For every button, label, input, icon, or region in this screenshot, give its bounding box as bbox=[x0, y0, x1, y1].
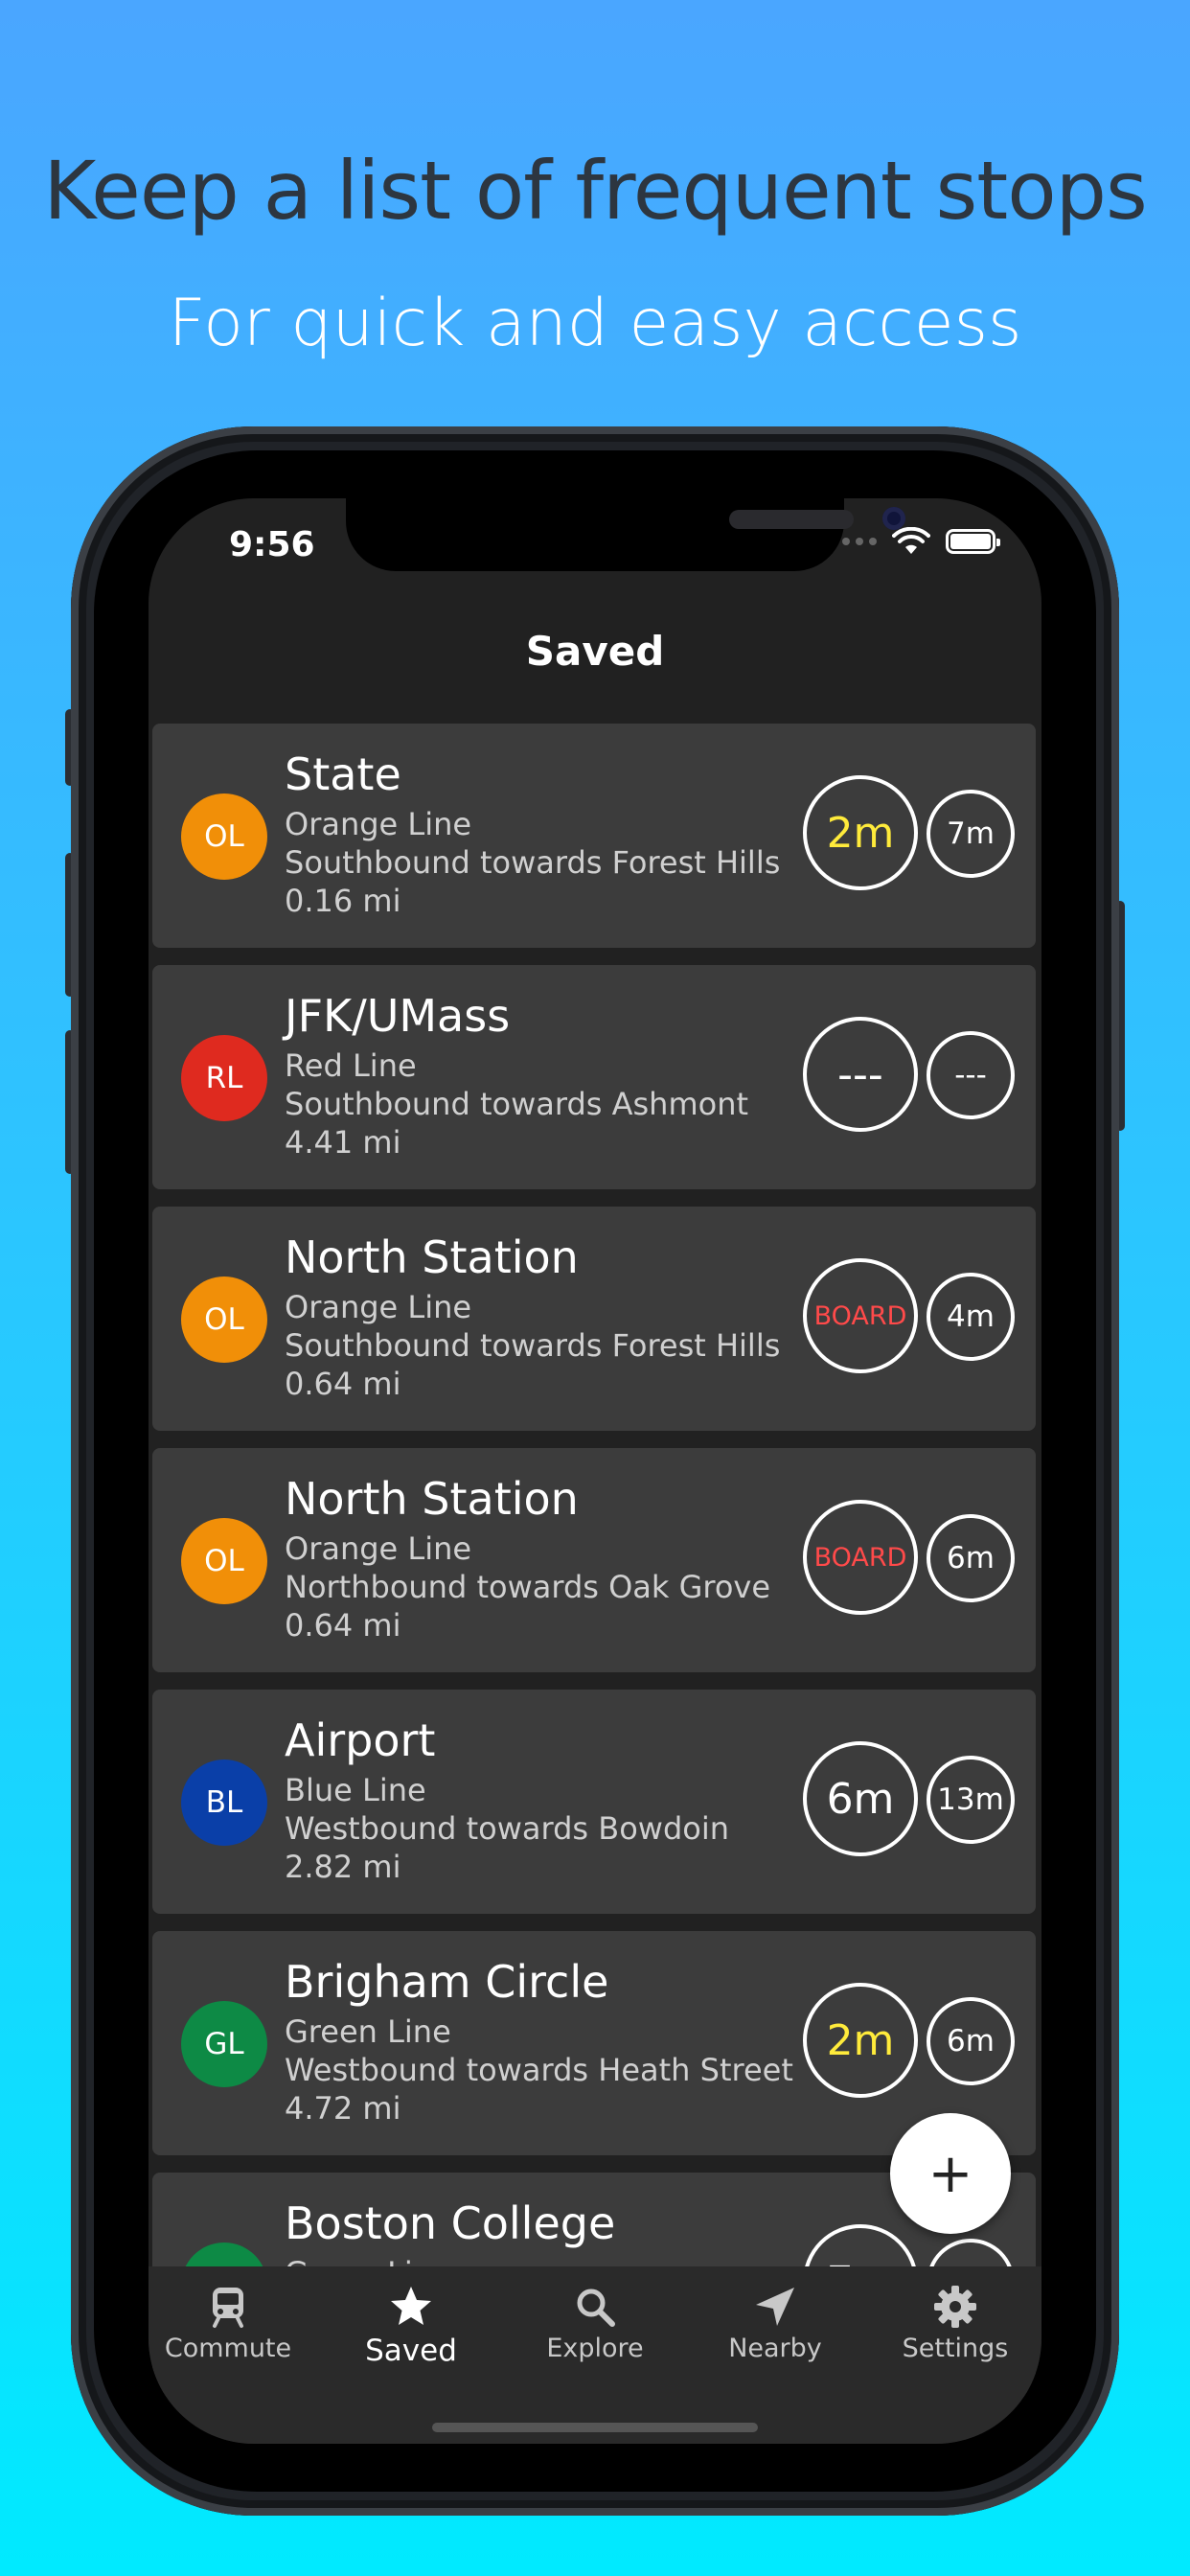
stop-name: North Station bbox=[285, 1473, 579, 1525]
home-indicator bbox=[432, 2423, 758, 2432]
stop-name: North Station bbox=[285, 1231, 579, 1283]
next-arrival: 6m bbox=[803, 1741, 918, 1856]
next-arrival: 2m bbox=[803, 1983, 918, 2098]
following-arrival: --- bbox=[927, 1031, 1015, 1119]
next-arrival: 2m bbox=[803, 775, 918, 890]
tab-bar: Commute Saved Explore Nearby Settings bbox=[149, 2266, 1041, 2444]
stop-name: State bbox=[285, 748, 401, 800]
stop-card[interactable]: BL Airport Blue Line Westbound towards B… bbox=[152, 1690, 1036, 1914]
add-stop-button[interactable]: + bbox=[890, 2113, 1011, 2234]
location-arrow-icon bbox=[756, 2288, 794, 2326]
direction: Southbound towards Forest Hills bbox=[285, 1327, 781, 1364]
line-badge: OL bbox=[181, 1518, 267, 1604]
tab-label: Saved bbox=[365, 2334, 457, 2368]
stop-name: Airport bbox=[285, 1714, 436, 1766]
next-arrival: BOARD bbox=[803, 1258, 918, 1373]
line-badge: RL bbox=[181, 1035, 267, 1121]
phone-screen: 9:56 Saved OL State Orange Line Southbou… bbox=[149, 498, 1041, 2444]
direction: Southbound towards Ashmont bbox=[285, 1086, 749, 1122]
battery-icon bbox=[946, 529, 1000, 554]
speaker bbox=[729, 510, 854, 529]
tab-label: Settings bbox=[902, 2334, 1009, 2363]
stop-card[interactable]: OL North Station Orange Line Southbound … bbox=[152, 1207, 1036, 1431]
stop-card[interactable]: OL North Station Orange Line Northbound … bbox=[152, 1448, 1036, 1672]
following-arrival: 6m bbox=[927, 1514, 1015, 1602]
notch bbox=[346, 498, 905, 571]
stop-card[interactable]: OL State Orange Line Southbound towards … bbox=[152, 724, 1036, 948]
stop-name: Brigham Circle bbox=[285, 1956, 609, 2008]
direction: Southbound towards Forest Hills bbox=[285, 844, 781, 881]
tab-label: Commute bbox=[164, 2334, 292, 2363]
distance: 0.16 mi bbox=[285, 883, 401, 919]
distance: 4.41 mi bbox=[285, 1124, 401, 1161]
line-badge: GL bbox=[181, 2001, 267, 2087]
headline: Keep a list of frequent stops bbox=[43, 144, 1147, 238]
stop-name: Boston College bbox=[285, 2197, 616, 2249]
line-badge: OL bbox=[181, 1276, 267, 1363]
gear-icon bbox=[934, 2286, 976, 2328]
line-badge: OL bbox=[181, 794, 267, 880]
camera bbox=[882, 507, 905, 530]
nav-title: Saved bbox=[525, 628, 665, 675]
line-name: Red Line bbox=[285, 1047, 417, 1084]
line-name: Orange Line bbox=[285, 1530, 472, 1567]
train-icon bbox=[213, 2288, 243, 2328]
following-arrival: 4m bbox=[927, 1273, 1015, 1361]
search-icon bbox=[577, 2288, 615, 2327]
star-icon bbox=[391, 2287, 431, 2325]
line-name: Green Line bbox=[285, 2013, 451, 2050]
line-badge: BL bbox=[181, 1760, 267, 1846]
line-name: Orange Line bbox=[285, 1289, 472, 1325]
distance: 0.64 mi bbox=[285, 1607, 401, 1644]
next-arrival: BOARD bbox=[803, 1500, 918, 1615]
distance: 4.72 mi bbox=[285, 2090, 401, 2127]
tab-label: Nearby bbox=[728, 2334, 822, 2363]
line-name: Blue Line bbox=[285, 1772, 426, 1808]
following-arrival: 7m bbox=[927, 790, 1015, 878]
tab-explore[interactable]: Explore bbox=[518, 2284, 672, 2363]
distance: 0.64 mi bbox=[285, 1366, 401, 1402]
following-arrival: 13m bbox=[927, 1756, 1015, 1844]
following-arrival: 6m bbox=[927, 1997, 1015, 2085]
wifi-icon bbox=[892, 527, 930, 554]
tab-commute[interactable]: Commute bbox=[151, 2284, 305, 2363]
tab-label: Explore bbox=[546, 2334, 644, 2363]
tab-nearby[interactable]: Nearby bbox=[698, 2284, 852, 2363]
status-icons bbox=[829, 527, 1000, 556]
stop-card[interactable]: RL JFK/UMass Red Line Southbound towards… bbox=[152, 965, 1036, 1189]
status-time: 9:56 bbox=[229, 525, 315, 564]
subheadline: For quick and easy access bbox=[168, 286, 1022, 361]
stop-card[interactable]: GL Brigham Circle Green Line Westbound t… bbox=[152, 1931, 1036, 2155]
direction: Westbound towards Heath Street bbox=[285, 2052, 793, 2088]
line-name: Orange Line bbox=[285, 806, 472, 842]
direction: Westbound towards Bowdoin bbox=[285, 1810, 730, 1847]
distance: 2.82 mi bbox=[285, 1849, 401, 1885]
next-arrival: --- bbox=[803, 1017, 918, 1132]
tab-saved[interactable]: Saved bbox=[334, 2284, 488, 2368]
tab-settings[interactable]: Settings bbox=[879, 2284, 1032, 2363]
direction: Northbound towards Oak Grove bbox=[285, 1569, 771, 1605]
stop-name: JFK/UMass bbox=[285, 990, 511, 1042]
